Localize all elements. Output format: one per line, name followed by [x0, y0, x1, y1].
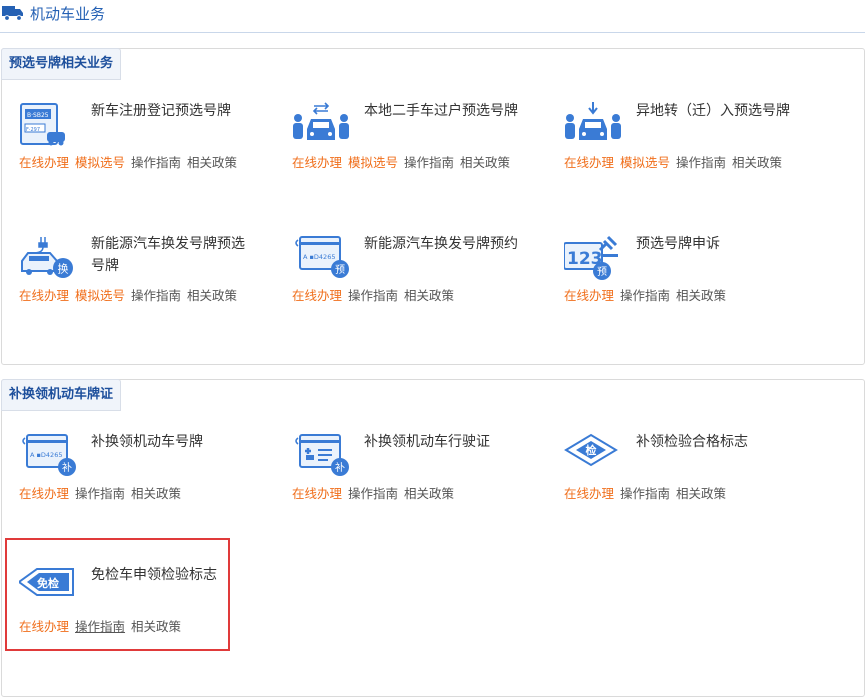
plate-text: A ▪D4265	[30, 451, 62, 459]
guide-link[interactable]: 操作指南	[131, 155, 181, 170]
service-links: 在线办理 操作指南 相关政策	[292, 483, 460, 502]
guide-link[interactable]: 操作指南	[620, 486, 670, 501]
policy-link[interactable]: 相关政策	[676, 288, 726, 303]
policy-link[interactable]: 相关政策	[676, 486, 726, 501]
service-name: 新能源汽车换发号牌预约	[364, 236, 518, 252]
service-item-ev-plate-exchange: 换 新能源汽车换发号牌预选号牌 在线办理 模拟选号 操作指南 相关政策	[19, 235, 279, 325]
service-name: 异地转（迁）入预选号牌	[636, 103, 790, 119]
simulate-select-link[interactable]: 模拟选号	[75, 155, 125, 170]
service-name: 补换领机动车行驶证	[364, 434, 490, 450]
car-transfer-icon	[293, 102, 349, 140]
policy-link[interactable]: 相关政策	[460, 155, 510, 170]
online-handle-link[interactable]: 在线办理	[19, 288, 69, 303]
ev-plate-exchange-icon: 换	[21, 237, 73, 278]
svg-text:F·297: F·297	[26, 127, 40, 133]
service-links: 在线办理 操作指南 相关政策	[19, 483, 187, 502]
service-item-inspection-mark: 检 补领检验合格标志 在线办理 操作指南 相关政策	[564, 433, 824, 523]
page-title: 机动车业务	[30, 5, 106, 23]
service-name: 本地二手车过户预选号牌	[364, 103, 518, 119]
icon-badge: 预	[335, 264, 345, 276]
icon-badge: 检	[586, 443, 597, 457]
simulate-select-link[interactable]: 模拟选号	[75, 288, 125, 303]
guide-link[interactable]: 操作指南	[404, 155, 454, 170]
service-name: 补领检验合格标志	[636, 434, 748, 450]
service-links: 在线办理 操作指南 相关政策	[564, 285, 732, 304]
online-handle-link[interactable]: 在线办理	[564, 486, 614, 501]
svg-text:B·SB25: B·SB25	[27, 112, 49, 119]
online-handle-link[interactable]: 在线办理	[564, 288, 614, 303]
service-item-ev-plate-reservation: A ▪D4265 预 新能源汽车换发号牌预约 在线办理 操作指南 相关政策	[292, 235, 552, 325]
section-title: 预选号牌相关业务	[1, 48, 122, 80]
service-links: 在线办理 模拟选号 操作指南 相关政策	[19, 152, 243, 171]
service-links: 在线办理 模拟选号 操作指南 相关政策	[19, 285, 243, 304]
page-header: 机动车业务	[0, 0, 865, 33]
service-links: 在线办理 操作指南 相关政策	[564, 483, 732, 502]
policy-link[interactable]: 相关政策	[404, 486, 454, 501]
icon-badge: 预	[597, 266, 607, 278]
car-import-icon	[565, 102, 621, 140]
online-handle-link[interactable]: 在线办理	[564, 155, 614, 170]
guide-link[interactable]: 操作指南	[348, 288, 398, 303]
highlight-box	[5, 538, 230, 651]
guide-link[interactable]: 操作指南	[620, 288, 670, 303]
policy-link[interactable]: 相关政策	[732, 155, 782, 170]
service-name: 新车注册登记预选号牌	[91, 103, 231, 119]
guide-link[interactable]: 操作指南	[131, 288, 181, 303]
truck-icon	[2, 6, 23, 21]
policy-link[interactable]: 相关政策	[131, 486, 181, 501]
policy-link[interactable]: 相关政策	[187, 155, 237, 170]
plate-text: A ▪D4265	[303, 253, 335, 261]
online-handle-link[interactable]: 在线办理	[292, 288, 342, 303]
simulate-select-link[interactable]: 模拟选号	[620, 155, 670, 170]
online-handle-link[interactable]: 在线办理	[19, 486, 69, 501]
service-links: 在线办理 模拟选号 操作指南 相关政策	[564, 152, 788, 171]
inspection-mark-icon: 检	[564, 433, 618, 467]
service-item-plate-appeal: 123 预 预选号牌申诉 在线办理 操作指南 相关政策	[564, 235, 824, 325]
guide-link[interactable]: 操作指南	[348, 486, 398, 501]
section-title: 补换领机动车牌证	[1, 379, 122, 411]
service-name: 预选号牌申诉	[636, 236, 720, 252]
online-handle-link[interactable]: 在线办理	[292, 486, 342, 501]
guide-link[interactable]: 操作指南	[75, 486, 125, 501]
online-handle-link[interactable]: 在线办理	[19, 155, 69, 170]
service-item-plate-reissue: A ▪D4265 补 补换领机动车号牌 在线办理 操作指南 相关政策	[19, 433, 279, 523]
policy-link[interactable]: 相关政策	[187, 288, 237, 303]
plate-registration-icon: B·SB25 F·297	[20, 103, 65, 146]
service-links: 在线办理 模拟选号 操作指南 相关政策	[292, 152, 516, 171]
simulate-select-link[interactable]: 模拟选号	[348, 155, 398, 170]
policy-link[interactable]: 相关政策	[404, 288, 454, 303]
icon-badge: 换	[58, 262, 69, 276]
service-item-new-car-plate: B·SB25 F·297 新车注册登记预选号牌 在线办理 模拟选号 操作指南 相关政策	[19, 102, 279, 192]
plate-appeal-icon: 123 预	[564, 235, 618, 280]
service-item-remote-import: 异地转（迁）入预选号牌 在线办理 模拟选号 操作指南 相关政策	[564, 102, 824, 192]
service-links: 在线办理 操作指南 相关政策	[292, 285, 460, 304]
icon-badge: 补	[335, 461, 345, 474]
service-item-local-transfer: 本地二手车过户预选号牌 在线办理 模拟选号 操作指南 相关政策	[292, 102, 552, 192]
service-item-license-reissue: 补 补换领机动车行驶证 在线办理 操作指南 相关政策	[292, 433, 552, 523]
license-reissue-icon: 补	[295, 434, 349, 476]
plate-reissue-icon: A ▪D4265 补	[22, 434, 76, 476]
guide-link[interactable]: 操作指南	[676, 155, 726, 170]
icon-badge: 补	[62, 461, 72, 474]
online-handle-link[interactable]: 在线办理	[292, 155, 342, 170]
service-name: 补换领机动车号牌	[91, 434, 203, 450]
section-plate-preselect: 预选号牌相关业务 B·SB25 F·297 新车注册登记预选号牌 在线办理 模拟选…	[1, 48, 865, 365]
plate-reservation-icon: A ▪D4265 预	[295, 236, 349, 278]
service-name: 新能源汽车换发号牌预选号牌	[91, 236, 245, 274]
